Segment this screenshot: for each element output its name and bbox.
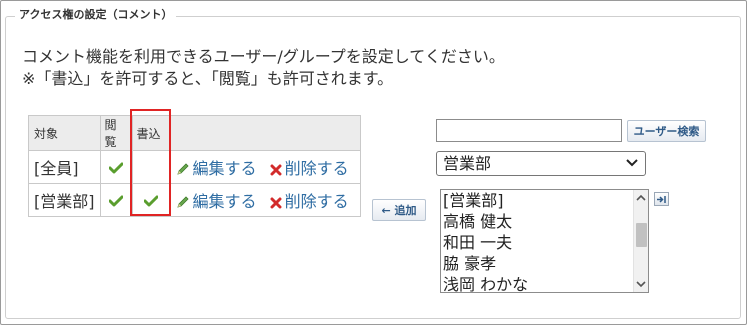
header-write: 書込	[131, 115, 171, 151]
expand-button[interactable]	[654, 192, 669, 206]
pencil-icon	[176, 196, 189, 208]
check-icon	[109, 162, 123, 174]
delete-link[interactable]: 削除する	[270, 192, 349, 211]
edit-link[interactable]: 編集する	[176, 192, 262, 211]
table-row: [全員] 編集する 削除する	[28, 150, 361, 184]
edit-label: 編集する	[192, 192, 257, 211]
row-actions: 編集する 削除する	[169, 150, 361, 184]
fieldset-legend: アクセス権の設定（コメント）	[15, 7, 177, 23]
scroll-up-icon[interactable]	[636, 193, 646, 203]
delete-label: 削除する	[284, 192, 349, 211]
table-header-row: 対象 閲覧 書込	[28, 115, 361, 151]
member-listbox[interactable]: [営業部] 高橋 健太 和田 一夫 脇 豪孝 浅岡 わかな	[440, 189, 649, 293]
scroll-down-icon[interactable]	[636, 279, 646, 289]
header-actions	[169, 115, 361, 151]
row-target: [全員]	[28, 150, 101, 184]
listbox-scrollbar[interactable]	[633, 190, 648, 292]
add-button[interactable]: ← 追加	[372, 199, 426, 221]
check-icon	[144, 195, 158, 207]
header-target: 対象	[28, 115, 101, 151]
group-select-value: 営業部	[443, 154, 492, 173]
user-search-input[interactable]	[436, 119, 622, 142]
delete-label: 削除する	[284, 159, 349, 178]
list-item[interactable]: [営業部]	[441, 190, 648, 211]
list-item[interactable]: 和田 一夫	[441, 232, 648, 253]
row-view-cell	[99, 183, 133, 217]
header-view: 閲覧	[99, 115, 133, 151]
list-item[interactable]: 高橋 健太	[441, 211, 648, 232]
table-row: [営業部] 編集する 削除する	[28, 183, 361, 217]
member-list: [営業部] 高橋 健太 和田 一夫 脇 豪孝 浅岡 わかな	[441, 190, 648, 292]
row-actions: 編集する 削除する	[169, 183, 361, 217]
check-icon	[109, 195, 123, 207]
edit-label: 編集する	[192, 159, 257, 178]
row-write-cell	[131, 183, 171, 217]
list-item[interactable]: 脇 豪孝	[441, 253, 648, 274]
x-icon	[270, 164, 282, 176]
row-view-cell	[99, 150, 133, 184]
row-target: [営業部]	[28, 183, 101, 217]
scrollbar-thumb[interactable]	[636, 223, 647, 247]
chevron-down-icon	[626, 159, 638, 167]
x-icon	[270, 197, 282, 209]
user-search-button[interactable]: ユーザー検索	[627, 120, 706, 142]
list-item[interactable]: 浅岡 わかな	[441, 274, 648, 292]
pencil-icon	[176, 163, 189, 175]
delete-link[interactable]: 削除する	[270, 159, 349, 178]
permission-table: 対象 閲覧 書込 [全員] 編集する 削除する [営業部] 編集する 削除する	[28, 115, 361, 217]
description-line-1: コメント機能を利用できるユーザー/グループを設定してください。	[22, 47, 505, 66]
row-write-cell	[131, 150, 171, 184]
edit-link[interactable]: 編集する	[176, 159, 262, 178]
description-line-2: ※「書込」を許可すると、「閲覧」も許可されます。	[22, 69, 394, 88]
expand-icon	[657, 195, 666, 203]
group-select[interactable]: 営業部	[436, 151, 646, 176]
